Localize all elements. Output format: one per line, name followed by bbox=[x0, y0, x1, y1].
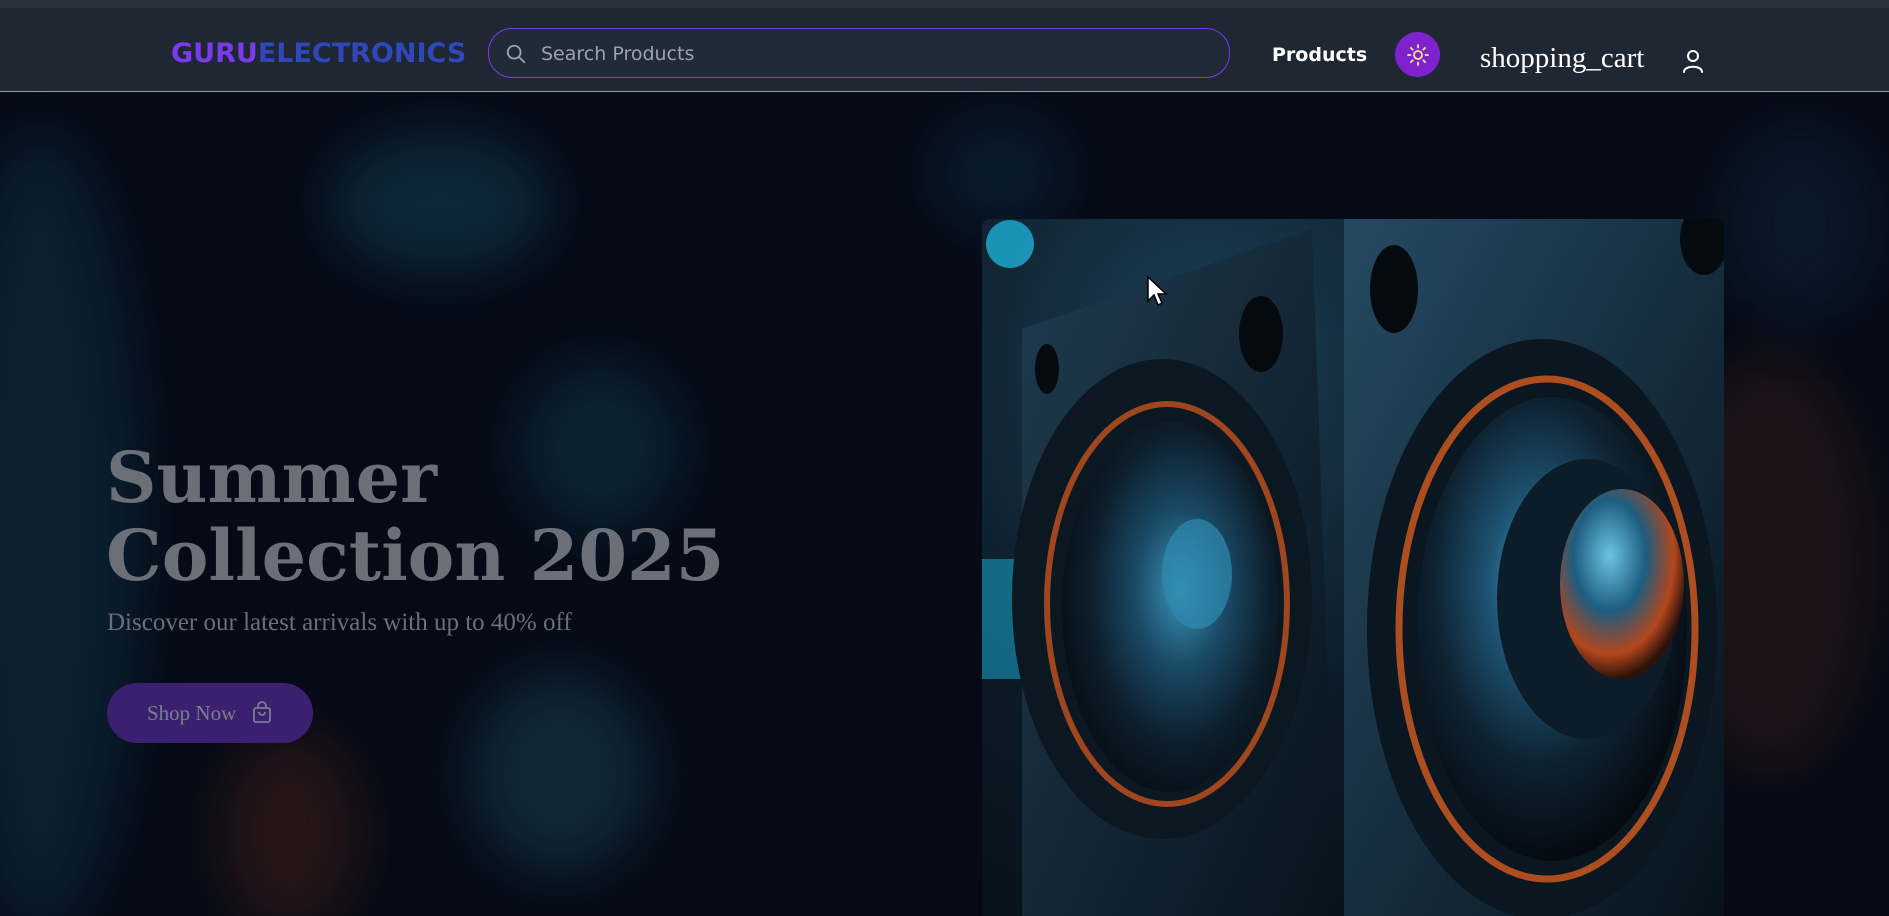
search-icon bbox=[506, 44, 526, 64]
hero-product-image bbox=[982, 219, 1724, 916]
sun-icon bbox=[1406, 43, 1429, 66]
hero-banner: Summer Collection 2025 Discover our late… bbox=[0, 93, 1889, 916]
cart-button[interactable]: shopping_cart bbox=[1480, 42, 1644, 74]
logo-text-electronics: ELECTRONICS bbox=[257, 38, 467, 69]
mouse-cursor-icon bbox=[1147, 275, 1168, 307]
hero-subtitle: Discover our latest arrivals with up to … bbox=[107, 609, 572, 636]
theme-toggle-button[interactable] bbox=[1395, 32, 1440, 77]
shopping-bag-icon bbox=[253, 701, 272, 723]
top-strip bbox=[0, 0, 1889, 8]
shop-now-label: Shop Now bbox=[147, 700, 237, 725]
nav-link-products[interactable]: Products bbox=[1272, 44, 1367, 66]
logo-text-guru: GURU bbox=[171, 38, 258, 69]
speaker-illustration bbox=[982, 219, 1724, 916]
shop-now-button[interactable]: Shop Now bbox=[107, 683, 313, 743]
user-icon[interactable] bbox=[1681, 48, 1705, 74]
hero-title: Summer Collection 2025 bbox=[106, 436, 725, 597]
navbar: GURUELECTRONICS Products shopping_cart bbox=[0, 8, 1889, 92]
search-bar[interactable] bbox=[488, 28, 1230, 78]
site-logo[interactable]: GURUELECTRONICS bbox=[171, 38, 466, 70]
search-input[interactable] bbox=[539, 29, 1203, 78]
